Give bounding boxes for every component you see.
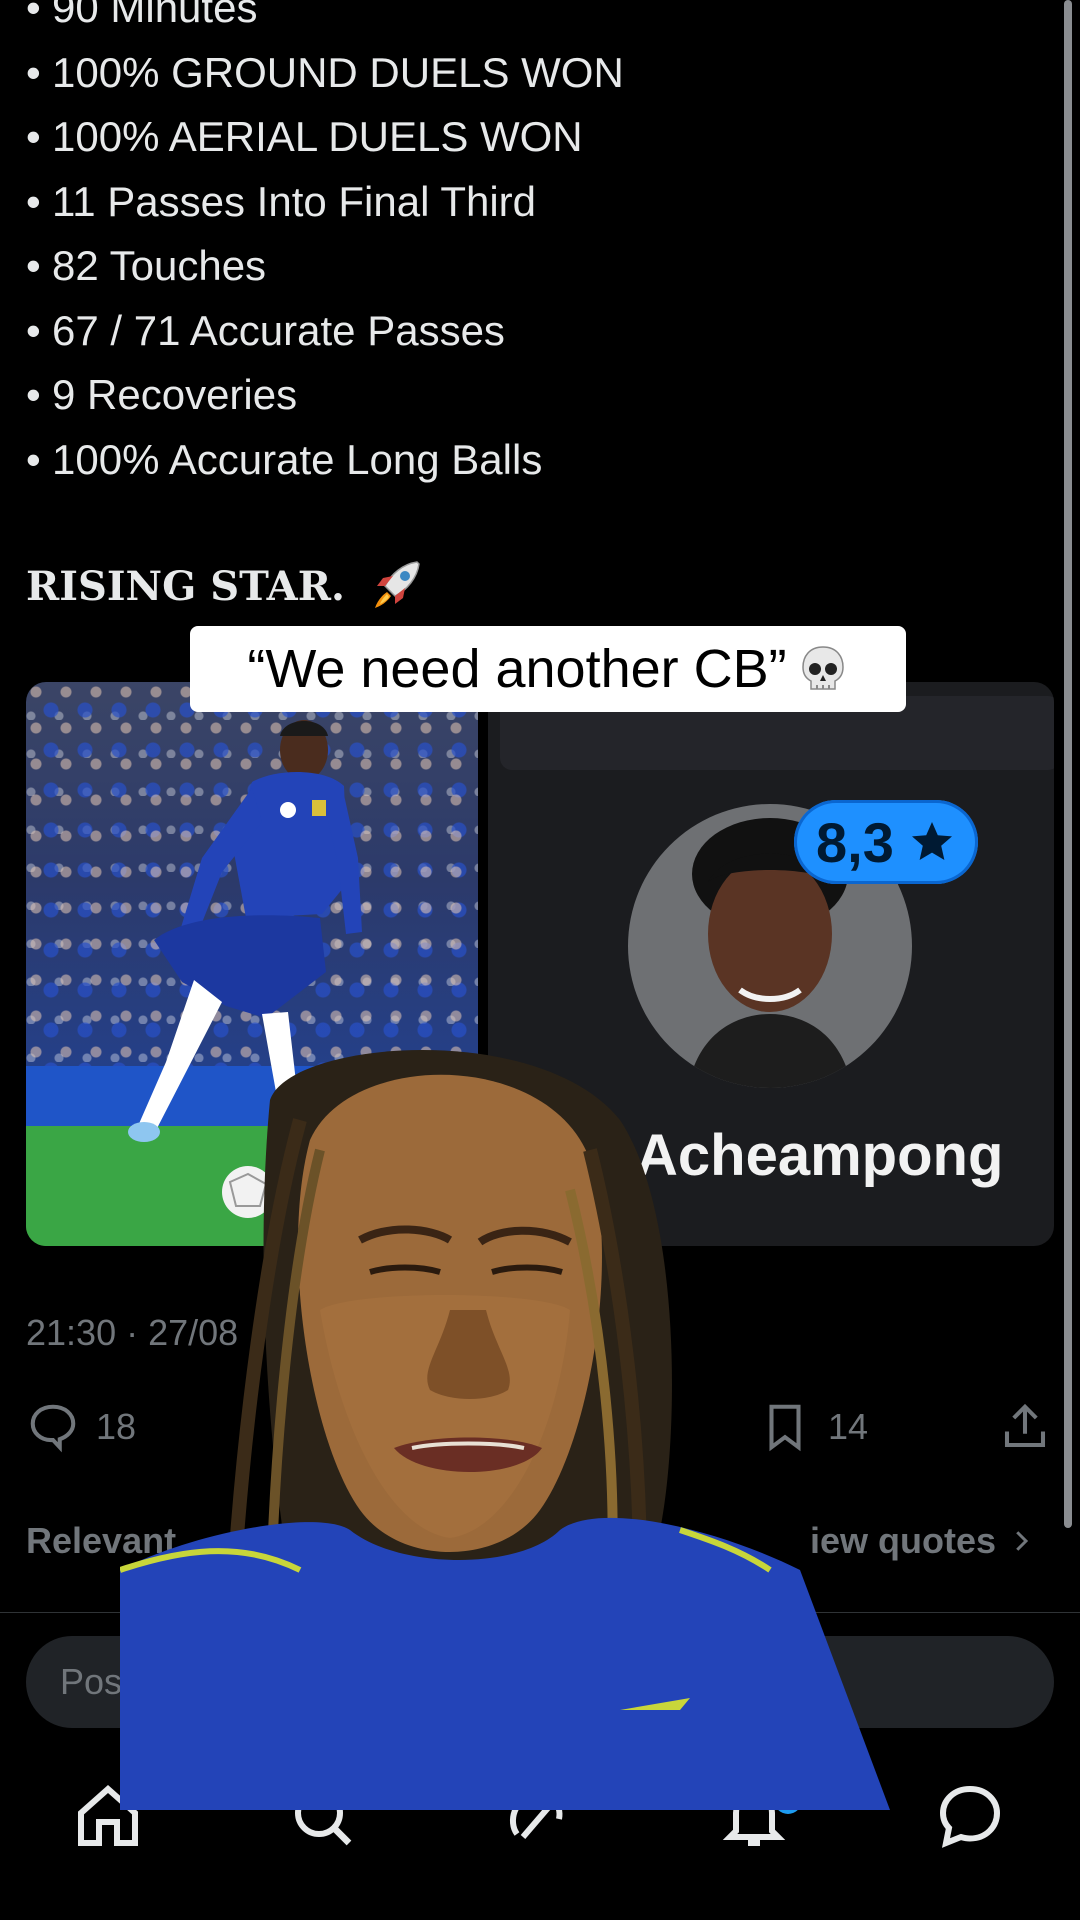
share-icon: [1004, 1403, 1046, 1448]
message-bubble-icon: [939, 1785, 1001, 1848]
rocket-icon: [367, 556, 425, 624]
skull-icon: [801, 646, 844, 690]
stat-item: • 67 / 71 Accurate Passes: [26, 306, 505, 354]
creator-video-overlay: [119, 1010, 890, 1810]
reply-icon: [30, 1404, 76, 1453]
rating-badge: 8,3: [794, 800, 978, 884]
stat-item: • 9 Recoveries: [26, 371, 298, 418]
nav-messages[interactable]: [934, 1780, 1006, 1852]
stat-item: • 100% GROUND DUELS WON: [26, 48, 624, 96]
stat-item: • 11 Passes Into Final Third: [26, 177, 537, 225]
star-icon: [911, 822, 952, 860]
creator-figure: [119, 1050, 890, 1810]
stat-item: • 82 Touches: [26, 242, 267, 289]
chevron-right-icon: [1016, 1531, 1029, 1551]
share-button[interactable]: [998, 1400, 1052, 1454]
post-headline: RISING STAR.: [26, 556, 425, 624]
video-caption: “We need another CB”: [190, 626, 906, 712]
stats-list: • 90 Minutes • 100% GROUND DUELS WON • 100%…: [26, 0, 624, 492]
scrollbar[interactable]: [1064, 0, 1072, 1528]
stat-item: • 100% Accurate Long Balls: [26, 435, 543, 483]
stat-item: • 100% AERIAL DUELS WON: [26, 113, 583, 160]
stat-item: • 90 Minutes: [26, 0, 258, 31]
